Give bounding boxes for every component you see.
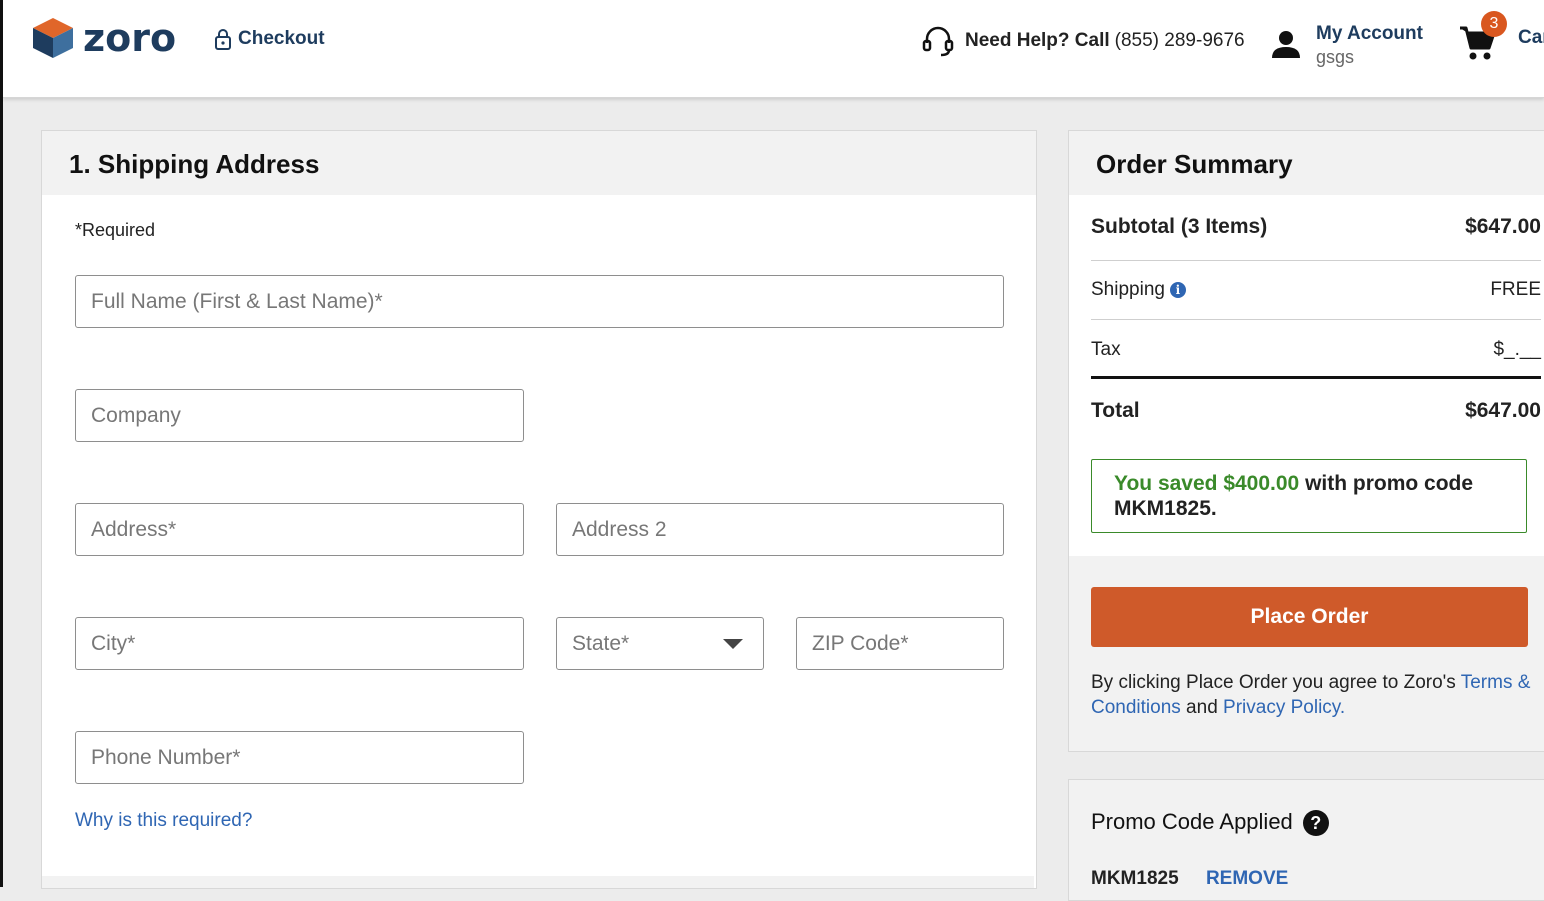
full-name-field[interactable]: Full Name (First & Last Name)* xyxy=(75,275,1004,328)
my-account[interactable]: My Account gsgs xyxy=(1270,22,1423,68)
summary-divider xyxy=(1091,260,1541,261)
promo-saved-box: You saved $400.00 with promo code MKM182… xyxy=(1091,459,1527,533)
help-phone-number[interactable]: (855) 289-9676 xyxy=(1115,30,1245,52)
shipping-value: FREE xyxy=(1490,279,1541,300)
promo-saved-amount: You saved $400.00 xyxy=(1114,472,1300,495)
promo-code-value: MKM1825 xyxy=(1091,868,1179,889)
shipping-row: Shipping i FREE xyxy=(1091,279,1541,301)
why-required-link[interactable]: Why is this required? xyxy=(75,810,252,832)
privacy-link[interactable]: Privacy Policy. xyxy=(1223,697,1345,718)
state-select[interactable]: State* xyxy=(556,617,764,670)
address-field[interactable]: Address* xyxy=(75,503,524,556)
tax-value: $_.__ xyxy=(1493,339,1541,360)
shipping-label: Shipping xyxy=(1091,279,1165,300)
logo-text: zoro xyxy=(83,16,177,60)
account-username: gsgs xyxy=(1316,47,1355,67)
agreement-prefix: By clicking Place Order you agree to Zor… xyxy=(1091,672,1461,693)
info-icon[interactable]: i xyxy=(1169,281,1186,298)
address2-field[interactable]: Address 2 xyxy=(556,503,1004,556)
agreement-and: and xyxy=(1180,697,1224,718)
shipping-panel-footer-band xyxy=(42,876,1034,888)
total-value: $647.00 xyxy=(1465,399,1541,422)
order-summary-panel: Order Summary Subtotal (3 Items) $647.00… xyxy=(1068,130,1544,752)
total-label: Total xyxy=(1091,399,1140,422)
city-field[interactable]: City* xyxy=(75,617,524,670)
help-label: Need Help? Call xyxy=(965,30,1110,51)
cart-label: Car xyxy=(1518,27,1544,48)
cart-count-badge: 3 xyxy=(1481,11,1507,37)
site-header: zoro Checkout Need Help? Call (855) 289-… xyxy=(3,0,1544,98)
zip-field[interactable]: ZIP Code* xyxy=(796,617,1004,670)
required-note: *Required xyxy=(75,220,156,240)
summary-lower-band xyxy=(1069,556,1544,751)
account-label: My Account xyxy=(1316,23,1423,44)
help-icon[interactable]: ? xyxy=(1302,810,1329,837)
headset-icon xyxy=(922,26,954,57)
tax-row: Tax $_.__ xyxy=(1091,339,1541,361)
remove-promo-link[interactable]: REMOVE xyxy=(1206,868,1288,889)
help-phone[interactable]: Need Help? Call (855) 289-9676 xyxy=(921,24,1245,58)
promo-applied-panel: Promo Code Applied? MKM1825 REMOVE xyxy=(1068,779,1544,901)
company-field[interactable]: Company xyxy=(75,389,524,442)
promo-applied-title: Promo Code Applied xyxy=(1091,809,1293,834)
agreement-text: By clicking Place Order you agree to Zor… xyxy=(1091,670,1531,720)
total-row: Total $647.00 xyxy=(1091,399,1541,423)
shipping-address-panel: 1. Shipping Address *Required Full Name … xyxy=(41,130,1037,889)
chevron-down-icon xyxy=(723,639,743,649)
summary-title: Order Summary xyxy=(1096,149,1293,179)
promo-applied-heading: Promo Code Applied? xyxy=(1091,809,1329,837)
subtotal-value: $647.00 xyxy=(1465,215,1541,238)
checkout-label: Checkout xyxy=(238,28,325,49)
total-divider xyxy=(1091,376,1541,379)
lock-icon xyxy=(215,29,231,50)
state-select-value: State* xyxy=(572,631,630,655)
user-icon xyxy=(1272,31,1300,58)
summary-divider xyxy=(1091,319,1541,320)
subtotal-label: Subtotal (3 Items) xyxy=(1091,215,1268,238)
subtotal-row: Subtotal (3 Items) $647.00 xyxy=(1091,215,1541,239)
window-edge xyxy=(0,0,3,887)
phone-field[interactable]: Phone Number* xyxy=(75,731,524,784)
checkout-indicator: Checkout xyxy=(214,28,325,50)
zoro-cube-icon xyxy=(33,18,73,58)
zoro-logo[interactable]: zoro xyxy=(31,16,176,60)
shipping-title: 1. Shipping Address xyxy=(69,149,320,179)
tax-label: Tax xyxy=(1091,339,1121,360)
place-order-button[interactable]: Place Order xyxy=(1091,587,1528,647)
